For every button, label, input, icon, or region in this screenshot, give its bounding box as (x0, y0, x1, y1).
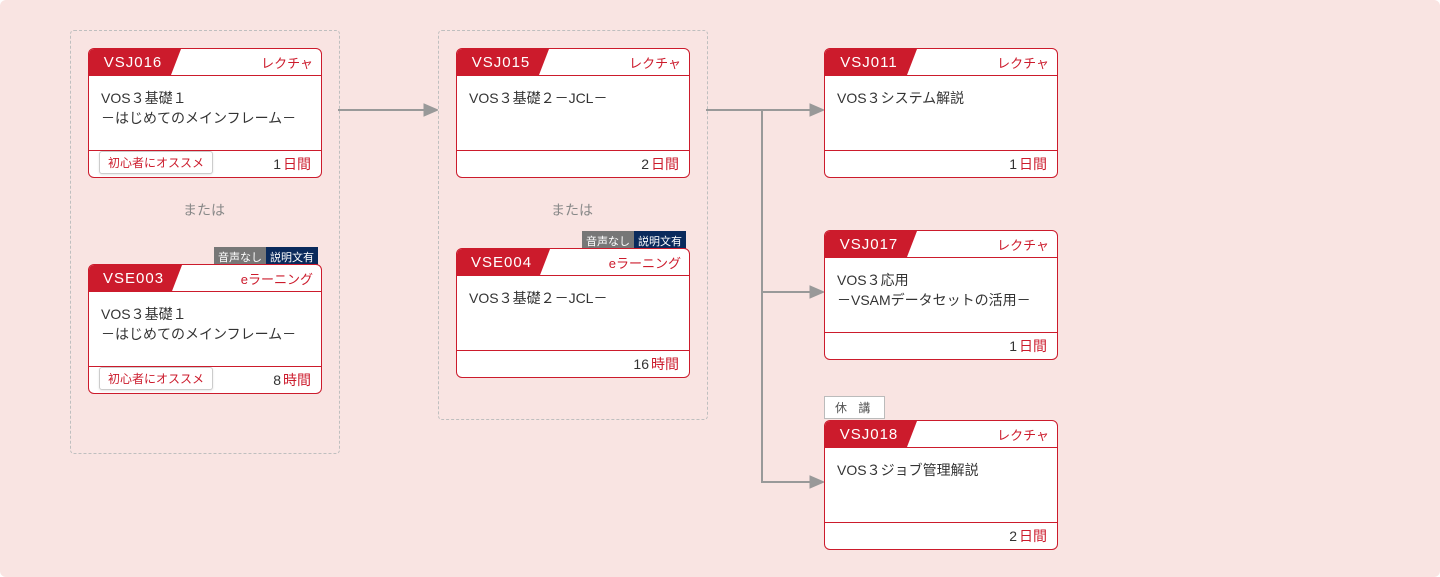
course-duration: 2日間 (1009, 526, 1047, 546)
or-label: または (88, 200, 320, 220)
course-card-vse003[interactable]: VSE003 eラーニング VOS３基礎１ －はじめてのメインフレーム－ 初心者… (88, 264, 322, 394)
course-code: VSE003 (89, 265, 182, 291)
course-code: VSJ011 (825, 49, 917, 75)
course-type: レクチャ (997, 231, 1057, 257)
course-duration: 2日間 (641, 154, 679, 174)
course-card-vsj018[interactable]: VSJ018 レクチャ VOS３ジョブ管理解説 2日間 (824, 420, 1058, 550)
course-duration: 1日間 (273, 154, 311, 174)
or-label: または (456, 200, 688, 220)
course-type: レクチャ (997, 49, 1057, 75)
course-title: VOS３基礎２－JCL－ (457, 76, 689, 150)
course-type: eラーニング (241, 265, 321, 291)
course-title: VOS３応用 －VSAMデータセットの活用－ (825, 258, 1057, 332)
course-map: VSJ016 レクチャ VOS３基礎１ －はじめてのメインフレーム－ 初心者にオ… (0, 0, 1440, 577)
course-card-vse004[interactable]: VSE004 eラーニング VOS３基礎２－JCL－ 16時間 (456, 248, 690, 378)
course-duration: 8時間 (273, 370, 311, 390)
course-title: VOS３基礎１ －はじめてのメインフレーム－ (89, 292, 321, 366)
course-title: VOS３基礎１ －はじめてのメインフレーム－ (89, 76, 321, 150)
course-title: VOS３基礎２－JCL－ (457, 276, 689, 350)
recommend-badge: 初心者にオススメ (99, 367, 213, 390)
course-card-vsj016[interactable]: VSJ016 レクチャ VOS３基礎１ －はじめてのメインフレーム－ 初心者にオ… (88, 48, 322, 178)
course-title: VOS３システム解説 (825, 76, 1057, 150)
course-title: VOS３ジョブ管理解説 (825, 448, 1057, 522)
course-type: レクチャ (261, 49, 321, 75)
suspended-badge: 休 講 (824, 396, 885, 419)
recommend-badge: 初心者にオススメ (99, 151, 213, 174)
course-duration: 16時間 (633, 354, 679, 374)
course-code: VSE004 (457, 249, 550, 275)
course-code: VSJ017 (825, 231, 917, 257)
course-type: レクチャ (997, 421, 1057, 447)
course-card-vsj017[interactable]: VSJ017 レクチャ VOS３応用 －VSAMデータセットの活用－ 1日間 (824, 230, 1058, 360)
course-card-vsj011[interactable]: VSJ011 レクチャ VOS３システム解説 1日間 (824, 48, 1058, 178)
course-type: レクチャ (629, 49, 689, 75)
course-duration: 1日間 (1009, 154, 1047, 174)
course-code: VSJ018 (825, 421, 917, 447)
arrow-1-to-2 (338, 100, 438, 120)
course-code: VSJ015 (457, 49, 549, 75)
course-code: VSJ016 (89, 49, 181, 75)
course-type: eラーニング (609, 249, 689, 275)
course-duration: 1日間 (1009, 336, 1047, 356)
arrow-2-to-3c (760, 106, 824, 496)
course-card-vsj015[interactable]: VSJ015 レクチャ VOS３基礎２－JCL－ 2日間 (456, 48, 690, 178)
